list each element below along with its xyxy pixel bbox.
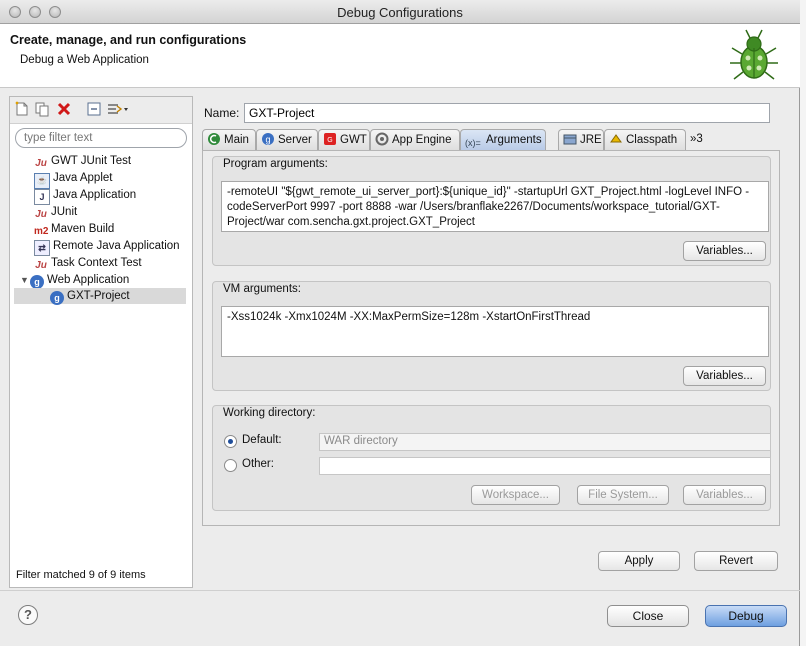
tree-item-label: Task Context Test <box>51 257 142 269</box>
task-context-icon: Ju <box>35 260 47 271</box>
default-label: Default: <box>242 434 282 446</box>
server-tab-icon: g <box>262 133 274 145</box>
tree-item-gxt-project[interactable]: g GXT-Project <box>14 288 186 305</box>
main-tab-icon <box>208 133 220 145</box>
tree-item-label: Java Application <box>53 189 137 201</box>
background-window-edge <box>800 0 806 646</box>
other-label: Other: <box>242 458 274 470</box>
working-dir-variables-button[interactable]: Variables... <box>683 485 766 505</box>
arguments-tab-icon: (x)= <box>465 138 481 148</box>
duplicate-icon[interactable] <box>34 101 50 117</box>
other-directory-field[interactable] <box>319 457 771 475</box>
tree-item-web-application[interactable]: ▼ g Web Application <box>20 272 130 289</box>
tree-item-label: GWT JUnit Test <box>51 155 132 167</box>
close-button[interactable]: Close <box>607 605 689 627</box>
tree-item-label: Java Applet <box>53 172 113 184</box>
vm-arguments-group: VM arguments: -Xss1024k -Xmx1024M -XX:Ma… <box>212 281 771 391</box>
tree-item-label: Remote Java Application <box>53 240 180 252</box>
collapse-all-icon[interactable] <box>86 101 102 117</box>
debug-configurations-window: Debug Configurations Create, manage, and… <box>0 0 800 646</box>
tree-item-gwt-junit-test[interactable]: Ju GWT JUnit Test <box>34 153 131 169</box>
file-system-button[interactable]: File System... <box>577 485 669 505</box>
app-engine-tab-icon <box>375 132 389 146</box>
apply-button[interactable]: Apply <box>598 551 680 571</box>
bug-icon <box>730 29 778 80</box>
program-arguments-group: Program arguments: -remoteUI "${gwt_remo… <box>212 156 771 266</box>
tab-label: Server <box>278 134 312 146</box>
tab-label: Arguments <box>486 134 542 146</box>
web-app-icon: g <box>50 291 64 305</box>
tab-label: JRE <box>580 134 602 146</box>
tab-jre[interactable]: JRE <box>558 129 604 150</box>
tree-item-java-applet[interactable]: ☕ Java Applet <box>34 170 113 189</box>
tab-arguments[interactable]: (x)= Arguments <box>460 129 546 151</box>
maven-icon: m2 <box>34 226 49 237</box>
vm-arguments-label: VM arguments: <box>223 283 301 295</box>
tab-label: Classpath <box>626 134 678 146</box>
footer-separator <box>0 590 800 591</box>
name-field[interactable] <box>244 103 770 123</box>
tab-label: Main <box>224 134 249 146</box>
default-radio[interactable] <box>224 435 237 448</box>
workspace-button[interactable]: Workspace... <box>471 485 560 505</box>
gwt-tab-icon: G <box>324 133 336 145</box>
tab-gwt[interactable]: G GWT <box>318 129 370 150</box>
title-bar: Debug Configurations <box>0 0 800 24</box>
tab-classpath[interactable]: Classpath <box>604 129 686 150</box>
config-tabs: Main g Server G GWT App Engine (x)= Argumen… <box>202 129 780 151</box>
configuration-tree-panel: Ju GWT JUnit Test ☕Java Applet JJava Appl… <box>9 96 193 588</box>
debug-button[interactable]: Debug <box>705 605 787 627</box>
tree-item-maven-build[interactable]: m2 Maven Build <box>34 221 114 237</box>
help-icon[interactable]: ? <box>18 605 38 625</box>
tab-server[interactable]: g Server <box>256 129 318 150</box>
junit-icon: Ju <box>35 209 47 220</box>
filter-input[interactable] <box>15 128 187 148</box>
svg-text:G: G <box>327 137 332 144</box>
tree-item-label: Web Application <box>47 274 130 286</box>
header-title: Create, manage, and run configurations <box>10 33 247 47</box>
dialog-header: Create, manage, and run configurations D… <box>0 24 800 88</box>
program-args-variables-button[interactable]: Variables... <box>683 241 766 261</box>
filter-status: Filter matched 9 of 9 items <box>16 569 146 581</box>
working-directory-group: Working directory: Default: WAR director… <box>212 405 771 511</box>
tree-item-task-context-test[interactable]: Ju Task Context Test <box>34 255 142 271</box>
vm-args-variables-button[interactable]: Variables... <box>683 366 766 386</box>
expanded-triangle-icon[interactable]: ▼ <box>20 272 30 288</box>
tab-label: App Engine <box>392 134 452 146</box>
svg-text:g: g <box>265 135 270 145</box>
program-arguments-textarea[interactable]: -remoteUI "${gwt_remote_ui_server_port}:… <box>221 181 769 232</box>
tab-app-engine[interactable]: App Engine <box>370 129 460 150</box>
tab-overflow-label: »3 <box>690 133 703 145</box>
header-subtitle: Debug a Web Application <box>20 54 149 66</box>
tree-toolbar <box>10 97 192 124</box>
default-directory-field: WAR directory <box>319 433 771 451</box>
new-config-icon[interactable] <box>14 101 30 117</box>
jre-tab-icon <box>563 134 577 145</box>
tree-item-label: GXT-Project <box>67 290 130 302</box>
tree-item-junit[interactable]: Ju JUnit <box>34 204 77 220</box>
junit-gwt-icon: Ju <box>35 158 47 169</box>
tab-main[interactable]: Main <box>202 129 256 150</box>
web-app-icon: g <box>30 275 44 289</box>
tree-item-label: JUnit <box>51 206 78 218</box>
delete-icon[interactable] <box>56 101 72 117</box>
tab-overflow[interactable]: »3 <box>686 129 714 150</box>
other-radio[interactable] <box>224 459 237 472</box>
tree-item-java-application[interactable]: J Java Application <box>34 187 137 205</box>
working-directory-label: Working directory: <box>223 407 316 419</box>
program-arguments-label: Program arguments: <box>223 158 328 170</box>
revert-button[interactable]: Revert <box>694 551 778 571</box>
tree-item-remote-java-application[interactable]: ⇄ Remote Java Application <box>34 238 180 256</box>
name-label: Name: <box>204 106 240 120</box>
arguments-tab-panel: Program arguments: -remoteUI "${gwt_remo… <box>202 150 780 526</box>
tab-label: GWT <box>340 134 367 146</box>
filter-icon[interactable] <box>106 101 130 117</box>
vm-arguments-textarea[interactable]: -Xss1024k -Xmx1024M -XX:MaxPermSize=128m… <box>221 306 769 357</box>
remote-java-icon: ⇄ <box>34 240 50 256</box>
tree-item-label: Maven Build <box>51 223 115 235</box>
window-title: Debug Configurations <box>337 5 463 20</box>
classpath-tab-icon <box>610 134 622 143</box>
java-app-icon: J <box>34 189 50 205</box>
